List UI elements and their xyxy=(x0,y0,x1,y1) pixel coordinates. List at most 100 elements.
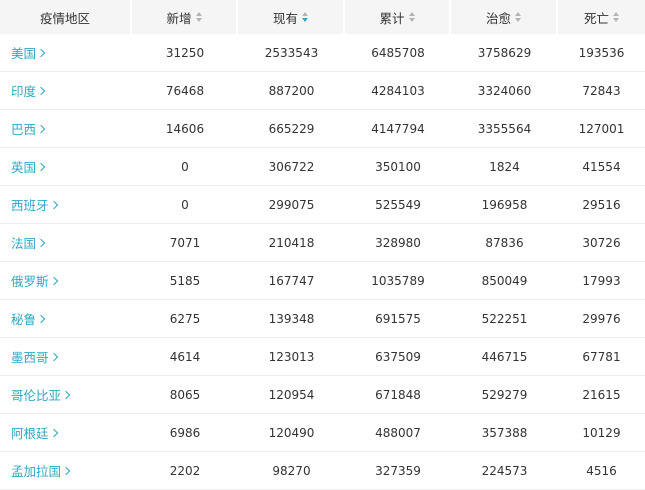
cell-death: 10129 xyxy=(582,425,621,440)
cell-death: 127001 xyxy=(578,121,625,136)
cell-cured: 224573 xyxy=(481,463,528,478)
region-link[interactable]: 印度 xyxy=(0,72,132,109)
cell-total: 350100 xyxy=(375,159,421,174)
cell-death: 21615 xyxy=(582,387,621,402)
cell-current: 299075 xyxy=(268,197,315,212)
cell-death: 41554 xyxy=(582,159,621,174)
region-link[interactable]: 巴西 xyxy=(0,110,132,147)
cell-new: 0 xyxy=(181,159,189,174)
cell-cured: 522251 xyxy=(481,311,528,326)
cell-current: 139348 xyxy=(268,311,315,326)
sort-cured-icon[interactable] xyxy=(515,12,521,22)
header-new[interactable]: 新增 xyxy=(132,0,238,34)
cell-new: 8065 xyxy=(169,387,201,402)
cell-cured: 446715 xyxy=(481,349,528,364)
cell-death: 193536 xyxy=(578,45,625,60)
region-link[interactable]: 法国 xyxy=(0,224,132,261)
cell-new: 6275 xyxy=(169,311,201,326)
header-cured-label: 治愈 xyxy=(485,10,511,26)
header-cured[interactable]: 治愈 xyxy=(451,0,558,34)
cell-total: 691575 xyxy=(375,311,421,326)
chevron-right-icon xyxy=(36,238,46,248)
region-link[interactable]: 阿根廷 xyxy=(0,414,132,451)
cell-total: 637509 xyxy=(375,349,421,364)
table-row: 俄罗斯 5185 167747 1035789 850049 17993 xyxy=(0,262,645,300)
table-header: 疫情地区 新增 现有 累计 治愈 死亡 xyxy=(0,0,645,34)
chevron-right-icon xyxy=(36,124,46,134)
region-name: 孟加拉国 xyxy=(11,464,62,479)
cell-new: 31250 xyxy=(165,45,205,60)
header-region-label: 疫情地区 xyxy=(39,10,90,26)
table-row: 墨西哥 4614 123013 637509 446715 67781 xyxy=(0,338,645,376)
header-region: 疫情地区 xyxy=(0,0,132,34)
cell-current: 210418 xyxy=(268,235,315,250)
cell-cured: 850049 xyxy=(481,273,528,288)
cell-current: 306722 xyxy=(268,159,315,174)
cell-current: 887200 xyxy=(268,83,315,98)
chevron-right-icon xyxy=(49,352,58,362)
sort-current-icon[interactable] xyxy=(302,12,308,22)
table-row: 巴西 14606 665229 4147794 3355564 127001 xyxy=(0,110,645,148)
cell-death: 67781 xyxy=(582,349,621,364)
table-row: 哥伦比亚 8065 120954 671848 529279 21615 xyxy=(0,376,645,414)
cell-total: 4284103 xyxy=(371,83,425,98)
cell-total: 488007 xyxy=(375,425,421,440)
cell-cured: 529279 xyxy=(481,387,528,402)
chevron-right-icon xyxy=(61,390,71,400)
region-name: 哥伦比亚 xyxy=(11,388,62,403)
region-name: 俄罗斯 xyxy=(11,274,49,289)
cell-total: 328980 xyxy=(375,235,421,250)
cell-current: 123013 xyxy=(268,349,315,364)
cell-cured: 3758629 xyxy=(477,45,532,60)
region-link[interactable]: 英国 xyxy=(0,148,132,185)
cell-total: 525549 xyxy=(375,197,421,212)
cell-death: 17993 xyxy=(582,273,621,288)
region-link[interactable]: 俄罗斯 xyxy=(0,262,132,299)
header-total-label: 累计 xyxy=(379,10,405,26)
chevron-right-icon xyxy=(36,314,46,324)
region-link[interactable]: 美国 xyxy=(0,34,132,71)
region-link[interactable]: 哥伦比亚 xyxy=(0,376,132,413)
region-link[interactable]: 秘鲁 xyxy=(0,300,132,337)
cell-death: 29516 xyxy=(582,197,621,212)
region-link[interactable]: 墨西哥 xyxy=(0,338,132,375)
cell-new: 4614 xyxy=(169,349,201,364)
region-name: 墨西哥 xyxy=(11,350,49,365)
chevron-right-icon xyxy=(36,162,46,172)
header-current[interactable]: 现有 xyxy=(238,0,345,34)
sort-new-icon[interactable] xyxy=(195,12,202,22)
region-name: 印度 xyxy=(11,84,37,99)
region-link[interactable]: 孟加拉国 xyxy=(0,452,132,489)
region-name: 西班牙 xyxy=(11,198,49,213)
chevron-right-icon xyxy=(36,86,46,96)
table-row: 西班牙 0 299075 525549 196958 29516 xyxy=(0,186,645,224)
chevron-right-icon xyxy=(49,276,58,286)
cell-new: 5185 xyxy=(169,273,201,288)
cell-death: 4516 xyxy=(586,463,617,478)
chevron-right-icon xyxy=(36,48,46,58)
cell-total: 4147794 xyxy=(371,121,425,136)
table-row: 英国 0 306722 350100 1824 41554 xyxy=(0,148,645,186)
header-total[interactable]: 累计 xyxy=(345,0,451,34)
header-death[interactable]: 死亡 xyxy=(558,0,645,34)
cell-cured: 1824 xyxy=(489,159,520,174)
cell-total: 6485708 xyxy=(371,45,425,60)
header-new-label: 新增 xyxy=(166,10,192,26)
region-name: 英国 xyxy=(11,160,37,175)
region-link[interactable]: 西班牙 xyxy=(0,186,132,223)
cell-current: 98270 xyxy=(272,463,311,478)
cell-current: 665229 xyxy=(268,121,315,136)
cell-cured: 3355564 xyxy=(477,121,532,136)
region-name: 美国 xyxy=(11,46,37,61)
chevron-right-icon xyxy=(61,466,71,476)
sort-death-icon[interactable] xyxy=(613,12,619,22)
region-name: 法国 xyxy=(11,236,37,251)
cell-cured: 3324060 xyxy=(477,83,532,98)
sort-total-icon[interactable] xyxy=(408,12,415,22)
cell-cured: 196958 xyxy=(481,197,528,212)
cell-current: 167747 xyxy=(268,273,315,288)
region-name: 巴西 xyxy=(11,122,37,137)
table-row: 孟加拉国 2202 98270 327359 224573 4516 xyxy=(0,452,645,490)
cell-total: 327359 xyxy=(375,463,421,478)
region-name: 秘鲁 xyxy=(11,312,37,327)
